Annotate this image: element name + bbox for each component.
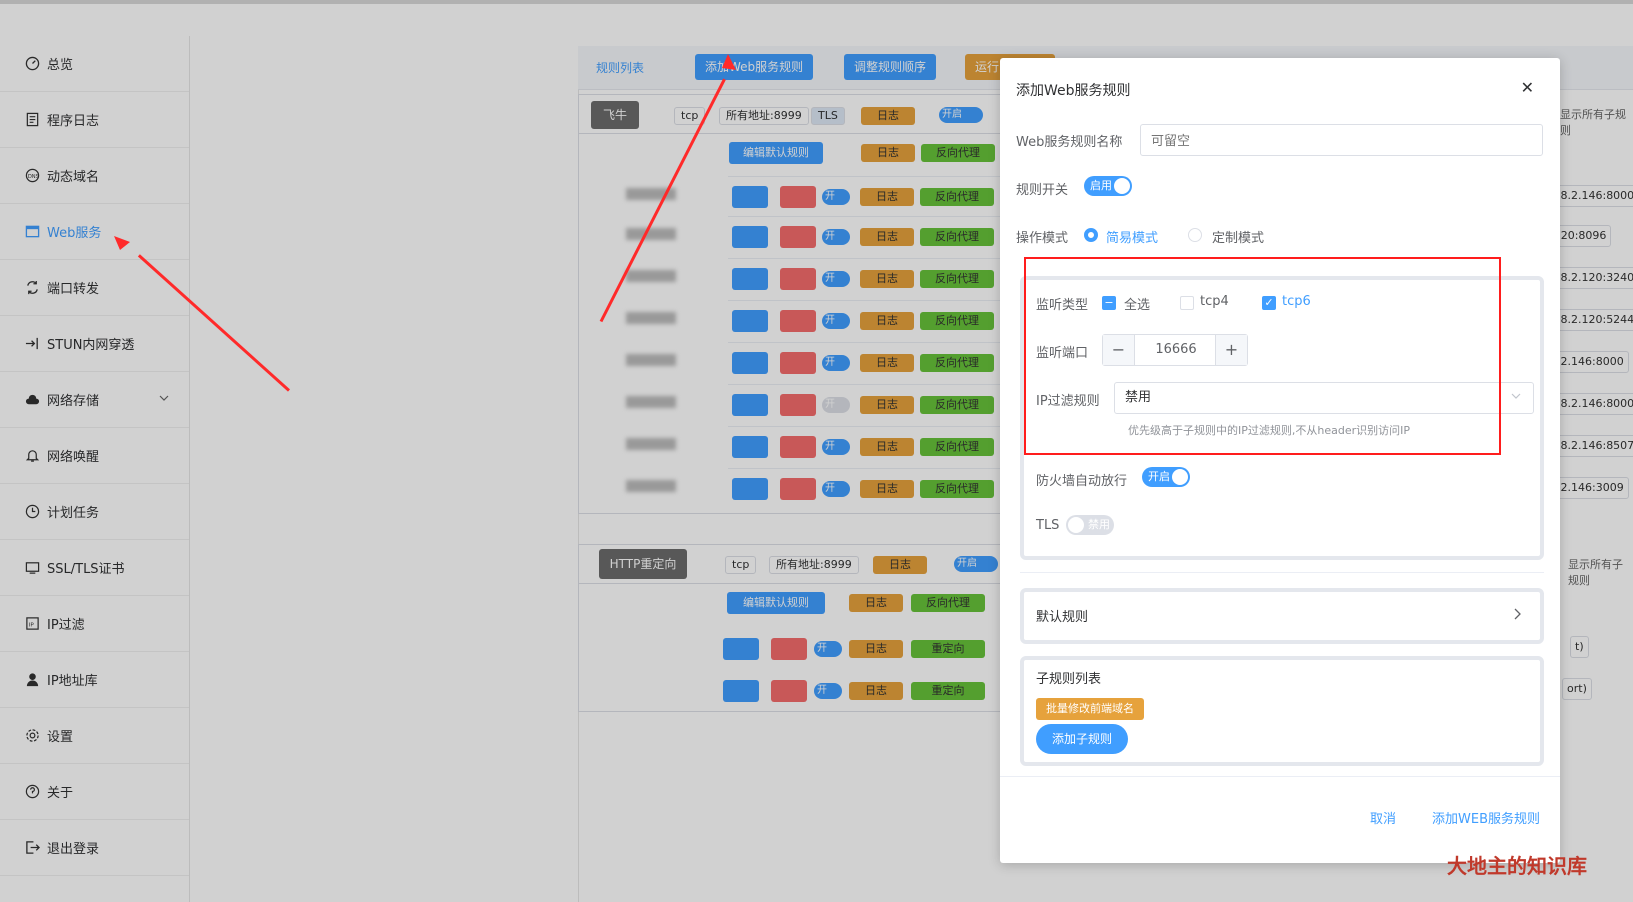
tls-label: TLS [1036,518,1060,533]
mode-simple-label[interactable]: 简易模式 [1106,227,1158,246]
sub-rules-card: 子规则列表 批量修改前端域名 添加子规则 [1020,656,1544,766]
sub-rules-title: 子规则列表 [1036,672,1102,687]
switch-text: 禁用 [1088,518,1110,531]
chevron-right-icon [1512,608,1522,624]
dialog-title: 添加Web服务规则 [1016,83,1131,99]
switch-knob [1172,469,1188,485]
confirm-add-button[interactable]: 添加WEB服务规则 [1432,808,1540,827]
switch-text: 开启 [1148,470,1170,483]
tls-switch[interactable]: 禁用 [1066,515,1114,535]
rule-enable-switch[interactable]: 启用 [1084,176,1132,196]
rule-name-label: Web服务规则名称 [1016,135,1123,150]
annotation-arrowhead [722,54,736,70]
annotation-arrowhead [114,236,130,250]
mode-simple-radio[interactable] [1084,228,1098,242]
default-rule-label: 默认规则 [1036,610,1089,625]
cancel-button[interactable]: 取消 [1370,808,1396,827]
batch-modify-button[interactable]: 批量修改前端域名 [1036,698,1144,720]
chevron-down-icon [1511,383,1521,413]
add-web-rule-dialog: 添加Web服务规则 ✕ Web服务规则名称 规则开关 启用 操作模式 简易模式 … [1000,58,1560,863]
default-rule-card[interactable]: 默认规则 [1020,588,1544,644]
watermark: 大地主的知识库 [1447,854,1587,878]
switch-text: 启用 [1090,179,1112,192]
divider [1000,776,1560,777]
add-sub-rule-button[interactable]: 添加子规则 [1036,724,1129,754]
mode-custom-label[interactable]: 定制模式 [1212,227,1264,246]
switch-knob [1068,517,1084,533]
close-icon[interactable]: ✕ [1521,78,1534,97]
switch-knob [1114,178,1130,194]
mode-custom-radio[interactable] [1188,228,1202,242]
divider [1020,572,1544,573]
rule-name-input[interactable] [1140,124,1543,156]
mode-label: 操作模式 [1016,231,1069,246]
rule-switch-label: 规则开关 [1016,183,1069,198]
firewall-switch[interactable]: 开启 [1142,467,1190,487]
firewall-label: 防火墙自动放行 [1036,474,1128,489]
annotation-highlight-box [1024,257,1501,455]
